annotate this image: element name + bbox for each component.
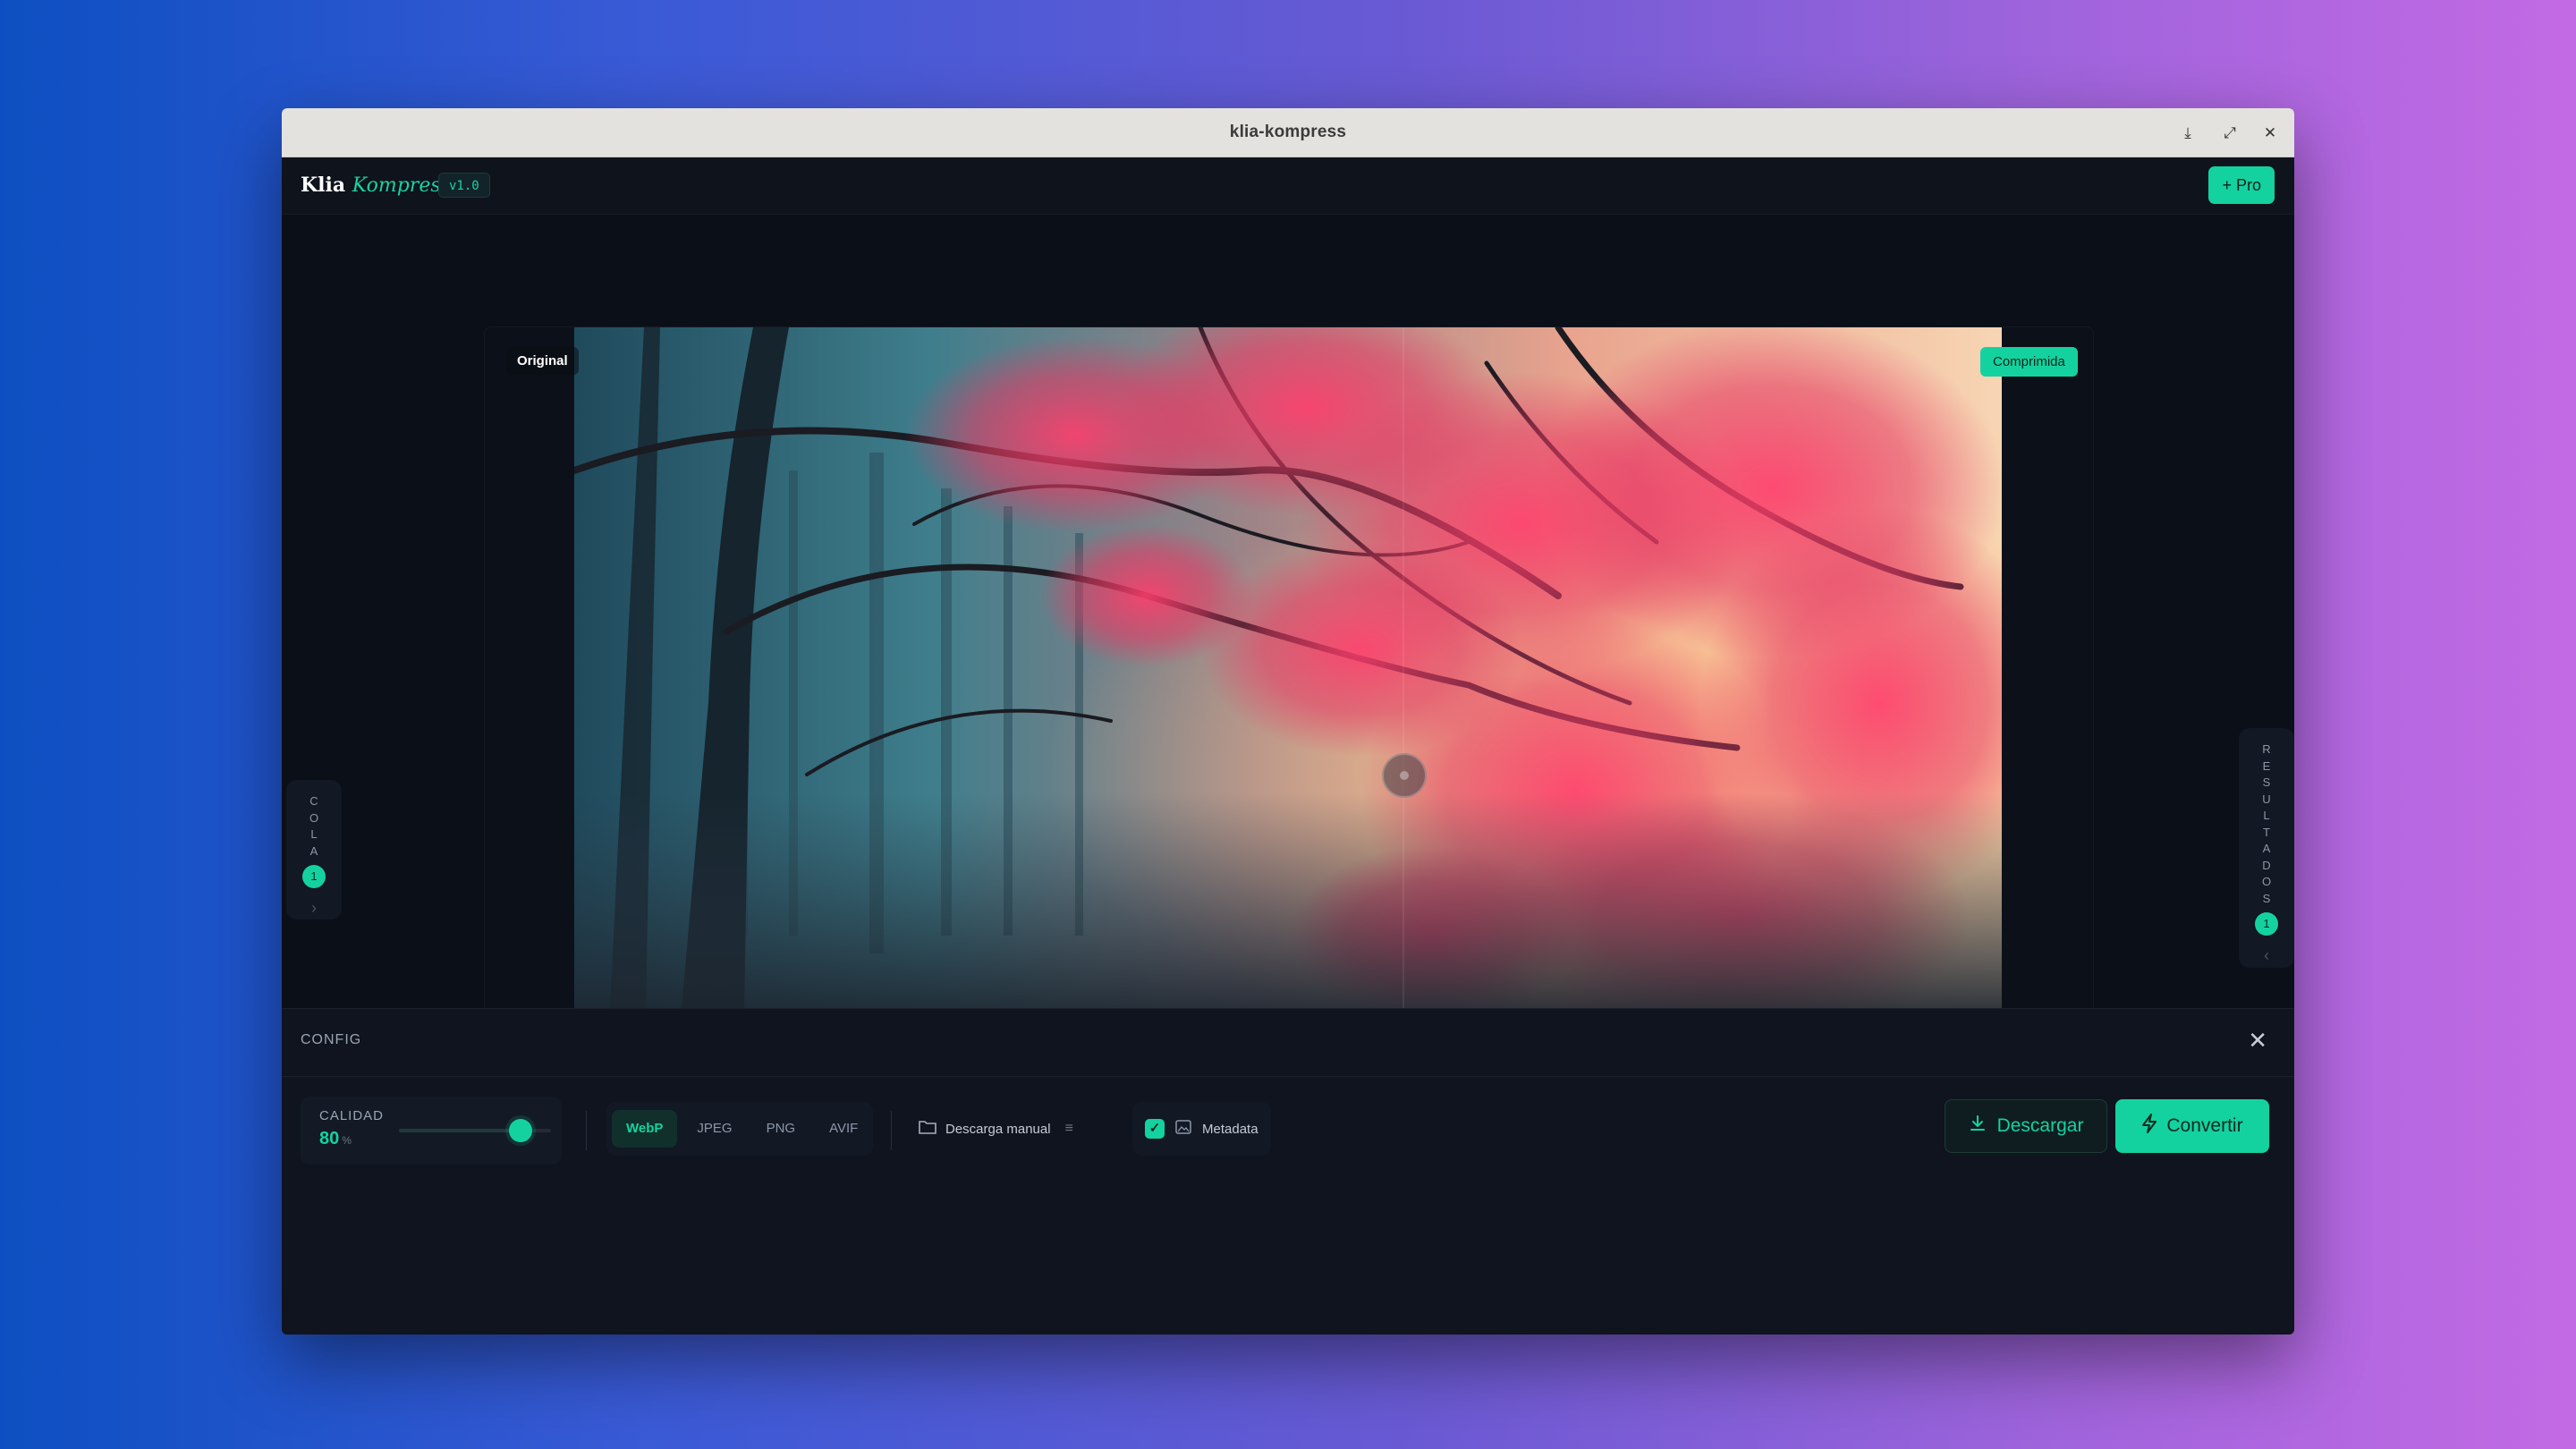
format-webp[interactable]: WebP xyxy=(612,1110,678,1148)
workspace: C O L A 1 › R E S U L T A D O S 1 ‹ Orig… xyxy=(282,216,2294,1008)
quality-slider-fill xyxy=(399,1129,521,1132)
quality-value-display: 80% xyxy=(319,1129,352,1149)
quality-slider-thumb[interactable] xyxy=(509,1119,532,1142)
quality-value: 80 xyxy=(319,1129,340,1148)
menu-icon: ≡ xyxy=(1064,1121,1073,1136)
app-header: Klia Kompress v1.0 + Pro xyxy=(282,157,2294,215)
preview-stage: Original Comprimida xyxy=(484,326,2094,1008)
results-tab-label: R E S U L T A D O S xyxy=(2261,742,2272,905)
maximize-button[interactable]: ⤢ xyxy=(2208,108,2251,157)
preview-image xyxy=(574,327,2002,1008)
format-selector: WebP JPEG PNG AVIF xyxy=(606,1102,873,1156)
queue-count-badge: 1 xyxy=(302,865,326,888)
close-window-button[interactable]: ✕ xyxy=(2249,108,2292,157)
download-mode-label: Descarga manual xyxy=(945,1121,1051,1137)
compare-divider-line xyxy=(1402,327,1404,1008)
queue-tab-label: C O L A xyxy=(309,794,319,858)
chevron-left-icon: ‹ xyxy=(2264,946,2269,964)
logo-accent-text: Kompress xyxy=(352,174,451,197)
format-avif[interactable]: AVIF xyxy=(815,1110,872,1148)
metadata-toggle[interactable]: ✓ Metadata xyxy=(1132,1102,1271,1156)
lightning-icon xyxy=(2141,1114,2157,1139)
chevron-right-icon: › xyxy=(311,899,317,917)
download-button[interactable]: Descargar xyxy=(1945,1099,2107,1153)
folder-icon xyxy=(919,1119,936,1140)
quality-slider[interactable] xyxy=(399,1119,551,1142)
version-badge: v1.0 xyxy=(438,173,490,198)
config-title: CONFIG xyxy=(301,1032,362,1047)
metadata-checkbox[interactable]: ✓ xyxy=(1145,1119,1165,1139)
close-icon[interactable]: ✕ xyxy=(2248,1027,2267,1055)
download-icon xyxy=(1969,1114,1987,1138)
minimize-button[interactable]: ⤓ xyxy=(2166,108,2209,157)
convert-button[interactable]: Convertir xyxy=(2115,1099,2269,1153)
metadata-label: Metadata xyxy=(1202,1121,1258,1137)
download-button-label: Descargar xyxy=(1996,1115,2084,1136)
app-window: klia-kompress ⤓ ⤢ ✕ Klia Kompress v1.0 +… xyxy=(282,108,2294,1335)
config-divider xyxy=(282,1076,2294,1077)
pro-button[interactable]: + Pro xyxy=(2208,166,2275,204)
format-png[interactable]: PNG xyxy=(752,1110,810,1148)
queue-tab[interactable]: C O L A 1 › xyxy=(286,780,342,919)
logo-main-text: Klia xyxy=(301,174,346,197)
quality-label: CALIDAD xyxy=(319,1108,385,1123)
results-tab[interactable]: R E S U L T A D O S 1 ‹ xyxy=(2239,728,2294,968)
format-jpeg[interactable]: JPEG xyxy=(682,1110,746,1148)
app-logo: Klia Kompress xyxy=(301,174,451,197)
convert-button-label: Convertir xyxy=(2166,1115,2243,1136)
download-mode-selector[interactable]: Descarga manual ≡ xyxy=(908,1102,1084,1156)
config-panel: CONFIG ✕ CALIDAD 80% WebP JPEG PNG AVIF … xyxy=(282,1008,2294,1335)
original-label: Original xyxy=(506,347,579,375)
title-bar: klia-kompress ⤓ ⤢ ✕ xyxy=(282,108,2294,157)
compressed-label: Comprimida xyxy=(1980,347,2078,377)
results-count-badge: 1 xyxy=(2255,912,2278,936)
window-title: klia-kompress xyxy=(1229,123,1347,141)
divider xyxy=(586,1111,587,1150)
quality-control: CALIDAD 80% xyxy=(301,1097,562,1165)
forest-image xyxy=(574,327,2002,1008)
compare-slider-handle[interactable] xyxy=(1382,753,1427,798)
quality-unit: % xyxy=(342,1134,352,1147)
image-icon xyxy=(1175,1119,1191,1139)
divider xyxy=(891,1111,892,1150)
